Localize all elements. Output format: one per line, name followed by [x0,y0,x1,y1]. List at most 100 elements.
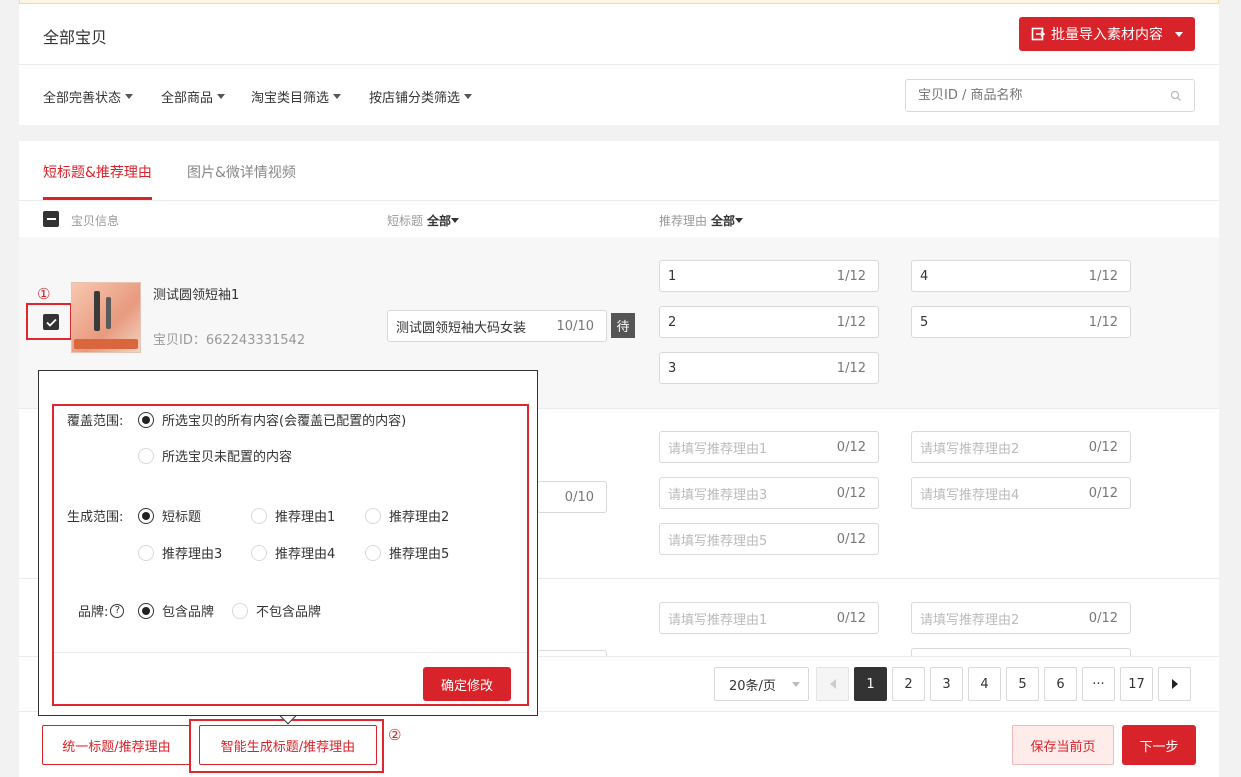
reason-field-5[interactable]: 5 1/12 [911,306,1131,338]
gen-option-reason-4[interactable]: 推荐理由4 [251,543,335,562]
tab-short-title[interactable]: 短标题&推荐理由 [43,162,152,182]
gen-option-reason-2[interactable]: 推荐理由2 [365,506,449,525]
char-count: 0/12 [836,531,866,547]
radio-selected-icon [138,507,154,524]
tab-media[interactable]: 图片&微详情视频 [187,162,296,182]
page-size-select[interactable]: 20条/页 [714,667,809,701]
page-6[interactable]: 6 [1044,667,1077,701]
brand-option-include[interactable]: 包含品牌 [138,601,214,620]
product-id: 宝贝ID：662243331542 [153,333,306,348]
page-17[interactable]: 17 [1120,667,1153,701]
reason-placeholder: 请填写推荐理由4 [920,487,1020,503]
reason-placeholder: 请填写推荐理由2 [920,612,1020,628]
short-title-filter[interactable]: 全部 [427,212,451,229]
search-icon[interactable] [1170,90,1182,102]
confirm-button[interactable]: 确定修改 [423,667,511,701]
filter-products[interactable]: 全部商品 [161,87,226,106]
page-ellipsis[interactable]: ··· [1082,667,1115,701]
gen-option-short-title[interactable]: 短标题 [138,506,201,525]
cover-option-all[interactable]: 所选宝贝的所有内容(会覆盖已配置的内容) [138,410,406,429]
radio-icon [138,544,154,561]
product-thumbnail[interactable] [71,282,141,353]
reason-field-3[interactable]: 请填写推荐理由3 0/12 [659,477,879,509]
page-2[interactable]: 2 [892,667,925,701]
gen-option-label: 推荐理由3 [162,547,223,562]
filter-category-label: 淘宝类目筛选 [251,91,330,106]
char-count: 1/12 [836,360,866,376]
import-icon [1031,27,1045,41]
gen-option-reason-3[interactable]: 推荐理由3 [138,543,222,562]
reason-value: 4 [920,268,929,284]
reason-field-2[interactable]: 请填写推荐理由2 0/12 [911,431,1131,463]
reason-field-1[interactable]: 请填写推荐理由1 0/12 [659,431,879,463]
reason-field-3[interactable]: 3 1/12 [659,352,879,384]
reason-filter[interactable]: 全部 [711,212,735,229]
cover-option-all-label: 所选宝贝的所有内容(会覆盖已配置的内容) [162,414,407,429]
annotation-box-1 [26,303,72,340]
page-title: 全部宝贝 [43,28,108,47]
col-reason-label: 推荐理由 [659,214,708,228]
reason-field-1[interactable]: 1 1/12 [659,260,879,292]
search-input[interactable] [918,88,1170,103]
reason-placeholder: 请填写推荐理由1 [668,612,768,628]
next-page-button[interactable] [1158,667,1191,701]
divider [54,652,527,653]
reason-value: 3 [668,360,677,376]
reason-placeholder: 请填写推荐理由5 [668,533,768,549]
reason-field-5[interactable]: 请填写推荐理由5 0/12 [659,523,879,555]
char-count: 10/10 [556,318,594,334]
reason-value: 1 [668,268,677,284]
reason-field-1[interactable]: 请填写推荐理由1 0/12 [659,602,879,634]
annotation-box-2 [189,719,384,773]
filter-status[interactable]: 全部完善状态 [43,87,134,106]
gen-option-reason-5[interactable]: 推荐理由5 [365,543,449,562]
page-1[interactable]: 1 [854,667,887,701]
search-box[interactable] [905,79,1195,112]
save-page-button[interactable]: 保存当前页 [1012,725,1114,765]
product-name[interactable]: 测试圆领短袖1 [153,284,239,303]
gen-option-reason-1[interactable]: 推荐理由1 [251,506,335,525]
reason-field-4[interactable]: 请填写推荐理由4 0/12 [911,477,1131,509]
unify-title-button[interactable]: 统一标题/推荐理由 [42,725,191,765]
radio-icon [251,544,267,561]
col-short-title[interactable]: 短标题 全部 [387,212,460,229]
reason-placeholder: 请填写推荐理由3 [668,487,768,503]
short-title-field[interactable]: 0/10 [537,481,607,513]
page-3[interactable]: 3 [930,667,963,701]
minus-icon [46,218,56,220]
radio-icon [138,447,154,464]
filter-status-label: 全部完善状态 [43,91,122,106]
cover-option-unset[interactable]: 所选宝贝未配置的内容 [138,446,292,465]
brand-label-group: 品牌:? [78,601,125,620]
brand-option-exclude[interactable]: 不包含品牌 [232,601,321,620]
radio-icon [251,507,267,524]
radio-selected-icon [138,411,154,428]
reason-field-4[interactable]: 4 1/12 [911,260,1131,292]
prev-page-button[interactable] [816,667,849,701]
select-all-checkbox[interactable] [43,211,59,227]
char-count: 1/12 [836,268,866,284]
filter-shop-category-label: 按店铺分类筛选 [369,91,461,106]
cover-scope-label: 覆盖范围: [67,414,124,429]
page-5[interactable]: 5 [1006,667,1039,701]
reason-field-2[interactable]: 2 1/12 [659,306,879,338]
radio-icon [365,507,381,524]
next-step-button[interactable]: 下一步 [1122,725,1196,765]
chevron-down-icon [1175,31,1183,37]
reason-field-2[interactable]: 请填写推荐理由2 0/12 [911,602,1131,634]
char-count: 0/12 [1088,439,1118,455]
help-icon[interactable]: ? [110,603,125,618]
char-count: 1/12 [1088,268,1118,284]
import-button[interactable]: 批量导入素材内容 [1019,17,1195,51]
divider [19,64,1219,65]
reason-placeholder: 请填写推荐理由1 [668,441,768,457]
filter-category[interactable]: 淘宝类目筛选 [251,87,342,106]
short-title-field[interactable]: 测试圆领短袖大码女装 10/10 [387,310,607,342]
filter-shop-category[interactable]: 按店铺分类筛选 [369,87,473,106]
page-size-value: 20条/页 [729,678,776,694]
char-count: 0/12 [836,610,866,626]
annotation-marker-2: ② [388,726,402,744]
col-reason[interactable]: 推荐理由 全部 [659,212,744,229]
page-4[interactable]: 4 [968,667,1001,701]
caret-down-icon [217,94,226,99]
